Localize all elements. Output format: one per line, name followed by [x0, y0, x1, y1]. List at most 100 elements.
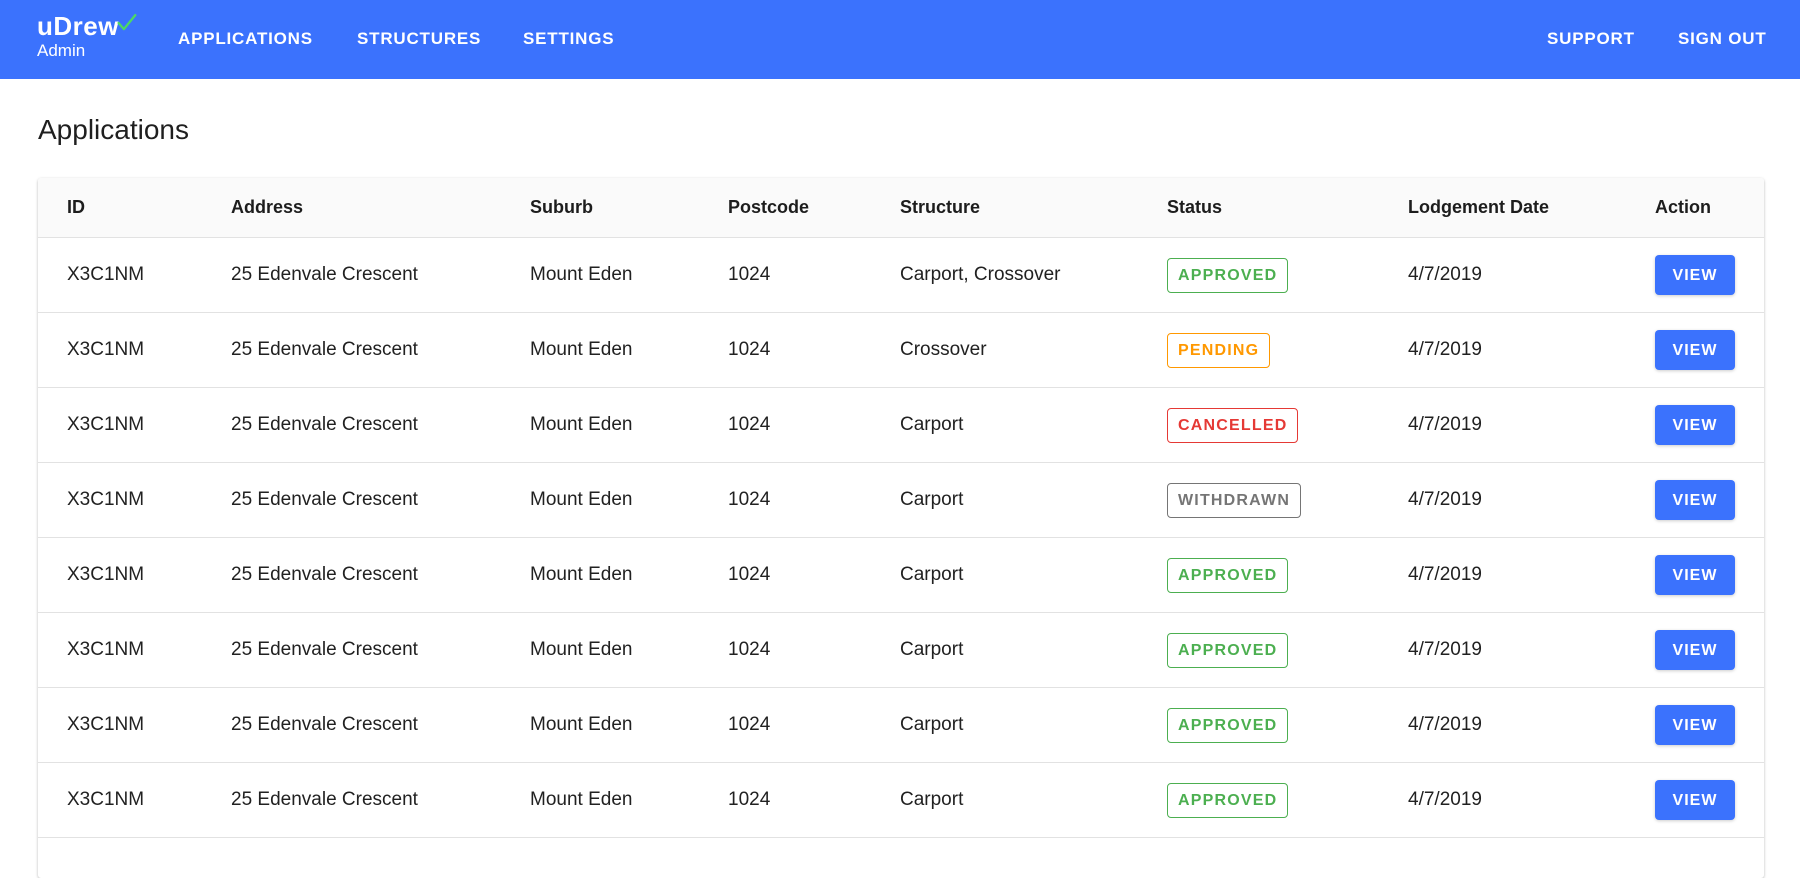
cell-status: APPROVED	[1167, 613, 1289, 687]
cell-structure: Carport	[900, 714, 964, 735]
cell-postcode: 1024	[728, 564, 771, 585]
cell-lodgement-date: 4/7/2019	[1408, 414, 1482, 435]
nav-support[interactable]: SUPPORT	[1547, 27, 1635, 51]
view-button[interactable]: VIEW	[1655, 780, 1735, 820]
column-header-status[interactable]: Status	[1167, 178, 1222, 237]
cell-structure: Crossover	[900, 339, 987, 360]
table-row[interactable]: X3C1NM 25 Edenvale Crescent Mount Eden 1024…	[38, 463, 1764, 538]
nav-structures[interactable]: STRUCTURES	[357, 27, 481, 51]
nav-settings[interactable]: SETTINGS	[523, 27, 614, 51]
table-row[interactable]: X3C1NM 25 Edenvale Crescent Mount Eden 1024…	[38, 313, 1764, 388]
cell-address: 25 Edenvale Crescent	[231, 639, 418, 660]
cell-lodgement-date: 4/7/2019	[1408, 564, 1482, 585]
column-header-structure[interactable]: Structure	[900, 178, 980, 237]
brand-logo: uDrew	[37, 12, 137, 40]
cell-id: X3C1NM	[67, 339, 145, 360]
status-badge: WITHDRAWN	[1167, 482, 1302, 518]
cell-suburb: Mount Eden	[530, 639, 633, 660]
brand-name: uDrew	[37, 11, 119, 41]
cell-structure: Carport	[900, 564, 964, 585]
view-button[interactable]: VIEW	[1655, 405, 1735, 445]
cell-structure: Carport, Crossover	[900, 264, 1061, 285]
cell-action: VIEW	[1655, 763, 1735, 837]
cell-lodgement-date: 4/7/2019	[1408, 789, 1482, 810]
cell-id: X3C1NM	[67, 264, 145, 285]
column-header-address[interactable]: Address	[231, 178, 303, 237]
view-button[interactable]: VIEW	[1655, 480, 1735, 520]
cell-address: 25 Edenvale Crescent	[231, 264, 418, 285]
cell-postcode: 1024	[728, 264, 771, 285]
cell-address: 25 Edenvale Crescent	[231, 339, 418, 360]
cell-lodgement-date: 4/7/2019	[1408, 264, 1482, 285]
cell-suburb: Mount Eden	[530, 264, 633, 285]
status-badge: APPROVED	[1167, 707, 1289, 743]
view-button[interactable]: VIEW	[1655, 630, 1735, 670]
cell-postcode: 1024	[728, 789, 771, 810]
status-badge: APPROVED	[1167, 257, 1289, 293]
cell-suburb: Mount Eden	[530, 564, 633, 585]
table-row[interactable]: X3C1NM 25 Edenvale Crescent Mount Eden 1024…	[38, 763, 1764, 838]
cell-postcode: 1024	[728, 714, 771, 735]
cell-address: 25 Edenvale Crescent	[231, 564, 418, 585]
cell-status: CANCELLED	[1167, 388, 1299, 462]
cell-status: WITHDRAWN	[1167, 463, 1302, 537]
cell-id: X3C1NM	[67, 714, 145, 735]
cell-structure: Carport	[900, 639, 964, 660]
column-header-action: Action	[1655, 197, 1711, 217]
view-button[interactable]: VIEW	[1655, 555, 1735, 595]
status-badge: APPROVED	[1167, 782, 1289, 818]
cell-suburb: Mount Eden	[530, 789, 633, 810]
cell-address: 25 Edenvale Crescent	[231, 489, 418, 510]
top-app-bar: uDrew Admin APPLICATIONS STRUCTURES SETT…	[0, 0, 1800, 79]
cell-suburb: Mount Eden	[530, 339, 633, 360]
nav-applications[interactable]: APPLICATIONS	[178, 27, 313, 51]
table-row[interactable]: X3C1NM 25 Edenvale Crescent Mount Eden 1024…	[38, 613, 1764, 688]
cell-lodgement-date: 4/7/2019	[1408, 489, 1482, 510]
page-title: Applications	[38, 114, 189, 145]
cell-action: VIEW	[1655, 688, 1735, 762]
status-badge: PENDING	[1167, 332, 1271, 368]
cell-structure: Carport	[900, 414, 964, 435]
column-header-lodgement-date[interactable]: Lodgement Date	[1408, 178, 1549, 237]
brand-subtitle: Admin	[37, 41, 86, 60]
cell-lodgement-date: 4/7/2019	[1408, 339, 1482, 360]
brand[interactable]: uDrew Admin	[37, 12, 137, 61]
view-button[interactable]: VIEW	[1655, 705, 1735, 745]
cell-postcode: 1024	[728, 489, 771, 510]
cell-status: APPROVED	[1167, 238, 1289, 312]
status-badge: APPROVED	[1167, 557, 1289, 593]
nav-sign-out[interactable]: SIGN OUT	[1678, 27, 1767, 51]
cell-suburb: Mount Eden	[530, 714, 633, 735]
table-row[interactable]: X3C1NM 25 Edenvale Crescent Mount Eden 1024…	[38, 538, 1764, 613]
cell-id: X3C1NM	[67, 489, 145, 510]
cell-suburb: Mount Eden	[530, 489, 633, 510]
table-header-row: ID Address Suburb Postcode Structure Sta…	[38, 178, 1764, 238]
cell-status: APPROVED	[1167, 763, 1289, 837]
cell-action: VIEW	[1655, 388, 1735, 462]
cell-suburb: Mount Eden	[530, 414, 633, 435]
view-button[interactable]: VIEW	[1655, 330, 1735, 370]
table-row[interactable]: X3C1NM 25 Edenvale Crescent Mount Eden 1024…	[38, 688, 1764, 763]
column-header-suburb[interactable]: Suburb	[530, 178, 593, 237]
checkmark-icon	[117, 13, 137, 31]
cell-id: X3C1NM	[67, 639, 145, 660]
cell-status: PENDING	[1167, 313, 1271, 387]
cell-postcode: 1024	[728, 414, 771, 435]
cell-status: APPROVED	[1167, 688, 1289, 762]
cell-action: VIEW	[1655, 313, 1735, 387]
view-button[interactable]: VIEW	[1655, 255, 1735, 295]
cell-action: VIEW	[1655, 463, 1735, 537]
table-row[interactable]: X3C1NM 25 Edenvale Crescent Mount Eden 1024…	[38, 388, 1764, 463]
cell-address: 25 Edenvale Crescent	[231, 414, 418, 435]
cell-id: X3C1NM	[67, 789, 145, 810]
column-header-postcode[interactable]: Postcode	[728, 178, 809, 237]
applications-table: ID Address Suburb Postcode Structure Sta…	[38, 178, 1764, 878]
table-row[interactable]: X3C1NM 25 Edenvale Crescent Mount Eden 1024…	[38, 238, 1764, 313]
column-header-id[interactable]: ID	[67, 178, 85, 237]
cell-action: VIEW	[1655, 613, 1735, 687]
cell-status: APPROVED	[1167, 538, 1289, 612]
cell-id: X3C1NM	[67, 564, 145, 585]
status-badge: CANCELLED	[1167, 407, 1299, 443]
cell-postcode: 1024	[728, 339, 771, 360]
cell-action: VIEW	[1655, 238, 1735, 312]
